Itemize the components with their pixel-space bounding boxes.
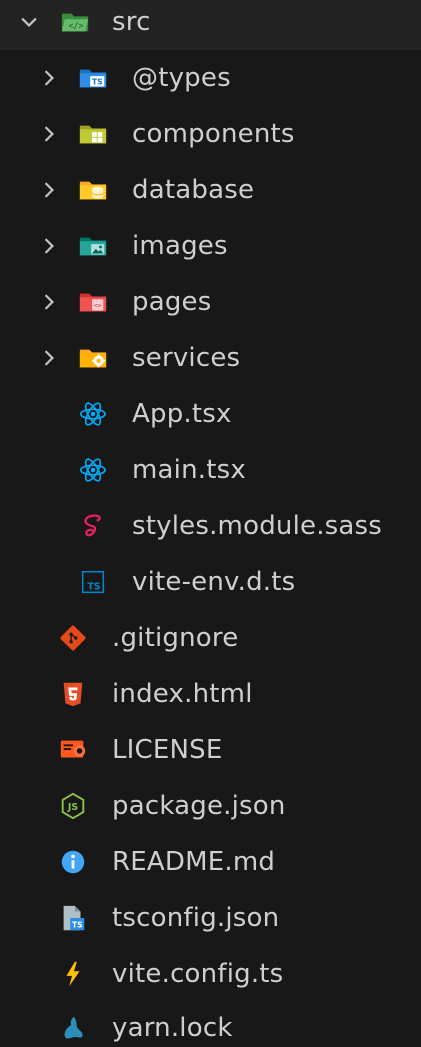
tree-file-yarn-lock[interactable]: yarn.lock	[0, 1000, 421, 1047]
tree-file-vite-env-d-ts[interactable]: TS vite-env.d.ts	[0, 554, 421, 610]
folder-pages-icon: <>	[76, 285, 110, 319]
folder-images-icon	[76, 229, 110, 263]
chevron-right-icon[interactable]	[36, 121, 62, 147]
tree-label: styles.module.sass	[132, 511, 383, 541]
yarn-icon	[56, 1011, 90, 1045]
tree-file-vite-config-ts[interactable]: vite.config.ts	[0, 946, 421, 1002]
chevron-down-icon[interactable]	[16, 9, 42, 35]
react-icon	[76, 453, 110, 487]
tree-label: pages	[132, 287, 212, 317]
chevron-right-icon[interactable]	[36, 65, 62, 91]
folder-components-icon	[76, 117, 110, 151]
folder-src-open-icon: </>	[58, 5, 92, 39]
react-icon	[76, 397, 110, 431]
svg-text:TS: TS	[87, 582, 100, 593]
svg-text:JS: JS	[67, 802, 78, 813]
folder-services-icon	[76, 341, 110, 375]
tree-file-gitignore[interactable]: .gitignore	[0, 610, 421, 666]
folder-types-icon: TS	[76, 61, 110, 95]
tree-label: App.tsx	[132, 399, 232, 429]
tree-file-package-json[interactable]: JS package.json	[0, 778, 421, 834]
tsconfig-icon: TS	[56, 901, 90, 935]
tree-folder-types[interactable]: TS @types	[0, 50, 421, 106]
tree-label: index.html	[112, 679, 253, 709]
tree-folder-src[interactable]: </> src	[0, 0, 421, 50]
tree-folder-images[interactable]: images	[0, 218, 421, 274]
sass-icon	[76, 509, 110, 543]
nodejs-icon: JS	[56, 789, 90, 823]
tree-label: LICENSE	[112, 735, 223, 765]
file-explorer-tree: </> src TS @types components database im…	[0, 0, 421, 1047]
license-icon	[56, 733, 90, 767]
chevron-right-icon[interactable]	[36, 289, 62, 315]
tree-folder-database[interactable]: database	[0, 162, 421, 218]
chevron-right-icon[interactable]	[36, 233, 62, 259]
info-icon	[56, 845, 90, 879]
tree-file-app-tsx[interactable]: App.tsx	[0, 386, 421, 442]
chevron-right-icon[interactable]	[36, 345, 62, 371]
tree-label: @types	[132, 63, 231, 93]
tree-file-styles-module-sass[interactable]: styles.module.sass	[0, 498, 421, 554]
tree-label: yarn.lock	[112, 1013, 233, 1043]
tree-folder-components[interactable]: components	[0, 106, 421, 162]
tree-label: database	[132, 175, 255, 205]
tree-file-tsconfig-json[interactable]: TS tsconfig.json	[0, 890, 421, 946]
svg-text:<>: <>	[94, 302, 102, 310]
git-icon	[56, 621, 90, 655]
html5-icon	[56, 677, 90, 711]
tree-label: package.json	[112, 791, 286, 821]
chevron-right-icon[interactable]	[36, 177, 62, 203]
tree-label: services	[132, 343, 241, 373]
tree-label: main.tsx	[132, 455, 246, 485]
tree-folder-services[interactable]: services	[0, 330, 421, 386]
tree-file-index-html[interactable]: index.html	[0, 666, 421, 722]
svg-text:</>: </>	[68, 21, 83, 31]
tree-label: .gitignore	[112, 623, 239, 653]
typescript-def-icon: TS	[76, 565, 110, 599]
tree-label: tsconfig.json	[112, 903, 280, 933]
tree-label: vite.config.ts	[112, 959, 284, 989]
tree-label: images	[132, 231, 228, 261]
tree-file-license[interactable]: LICENSE	[0, 722, 421, 778]
folder-database-icon	[76, 173, 110, 207]
tree-label: src	[112, 7, 151, 37]
tree-label: vite-env.d.ts	[132, 567, 296, 597]
svg-text:TS: TS	[72, 920, 83, 929]
svg-text:TS: TS	[92, 78, 103, 87]
tree-file-readme-md[interactable]: README.md	[0, 834, 421, 890]
tree-label: components	[132, 119, 295, 149]
tree-file-main-tsx[interactable]: main.tsx	[0, 442, 421, 498]
tree-folder-pages[interactable]: <> pages	[0, 274, 421, 330]
tree-label: README.md	[112, 847, 276, 877]
vite-icon	[56, 957, 90, 991]
